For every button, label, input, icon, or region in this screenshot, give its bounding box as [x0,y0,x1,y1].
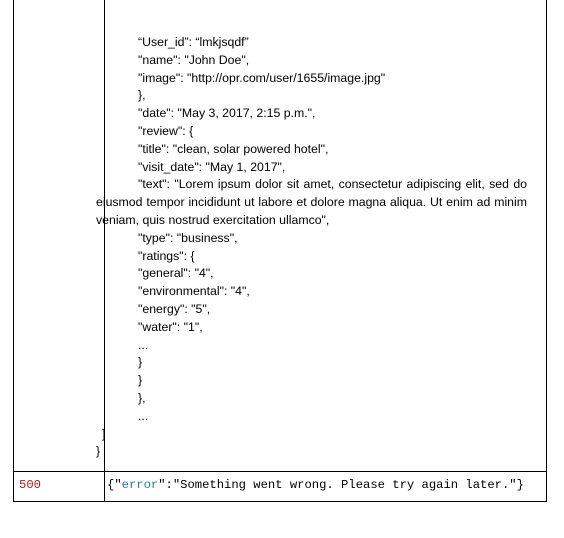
code-line: "date": "May 3, 2017, 2:15 p.m.", [138,106,316,121]
code-line: "ratings": { [138,248,195,263]
code-line: ... [138,337,149,352]
code-line: "general": "4", [138,266,214,281]
code-line: "name": "John Doe", [138,52,250,67]
code-line: } [96,444,101,459]
code-line: ] [102,426,106,441]
code-line: ... [138,408,149,423]
response-body-cell: “User_id”: “lmkjsqdf” "name": "John Doe"… [92,34,534,461]
code-line: "environmental": "4", [138,284,250,299]
code-line: "review": { [138,123,194,138]
code-line: “User_id”: “lmkjsqdf” [138,35,249,49]
code-line: }, [138,88,146,103]
code-line: "water": "1", [138,319,203,334]
code-line: } [138,355,143,370]
code-line: } [138,373,143,388]
code-line: "title": "clean, solar powered hotel", [138,141,329,156]
code-line: "energy": "5", [138,301,211,316]
json-key-error: error [121,478,159,492]
error-response-body: {"error":"Something went wrong. Please t… [107,478,524,492]
code-line: "image": "http://opr.com/user/1655/image… [138,70,386,85]
code-line: }, [138,390,146,405]
code-line-wrapped: "text": "Lorem ipsum dolor sit amet, con… [96,177,527,227]
code-line: "type": "business", [138,230,238,245]
json-rest: ":"Something went wrong. Please try agai… [158,478,524,492]
row-divider [14,471,546,472]
code-line: "visit_date": "May 1, 2017", [138,159,286,174]
status-code: 500 [19,478,41,492]
json-open: {" [107,478,122,492]
